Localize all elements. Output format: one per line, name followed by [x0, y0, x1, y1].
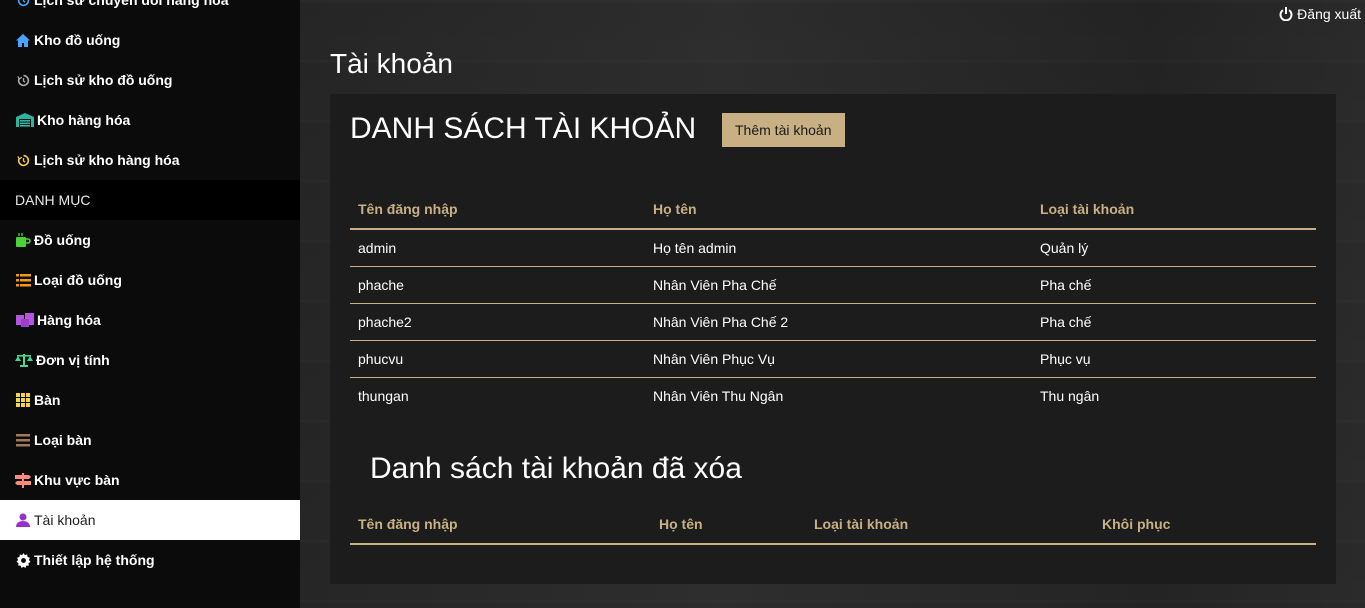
sidebar-item-goods[interactable]: Hàng hóa: [0, 300, 300, 340]
home-icon: [15, 32, 31, 48]
cell-username: phucvu: [350, 340, 645, 378]
history-icon: [15, 0, 31, 8]
sidebar-item-label: Kho hàng hóa: [37, 112, 131, 128]
page-title: Tài khoản: [330, 48, 453, 79]
logout-label: Đăng xuất: [1297, 6, 1361, 22]
cell-username: phache2: [350, 303, 645, 341]
deleted-accounts-table: Tên đăng nhập Họ tên Loại tài khoản Khôi…: [350, 505, 1316, 545]
grid-icon: [15, 392, 31, 408]
column-header-restore: Khôi phục: [1094, 505, 1316, 545]
accounts-panel: DANH SÁCH TÀI KHOẢN Thêm tài khoản Tên đ…: [330, 94, 1336, 584]
sidebar-item-table-types[interactable]: Loại bàn: [0, 420, 300, 460]
column-header-username: Tên đăng nhập: [350, 505, 651, 545]
deleted-accounts-heading: Danh sách tài khoản đã xóa: [370, 452, 742, 485]
table-row[interactable]: phucvu Nhân Viên Phục Vụ Phục vụ: [350, 340, 1316, 378]
account-list-heading: DANH SÁCH TÀI KHOẢN: [350, 112, 697, 145]
sidebar-item-table-areas[interactable]: Khu vực bàn: [0, 460, 300, 500]
sidebar-item-drink-stock-history[interactable]: Lịch sử kho đồ uống: [0, 60, 300, 100]
sidebar: Lịch sử chuyển đổi hàng hóa Kho đồ uống …: [0, 0, 300, 608]
sidebar-item-drink-types[interactable]: Loại đồ uống: [0, 260, 300, 300]
sidebar-item-label: Kho đồ uống: [34, 32, 121, 48]
table-row[interactable]: phache Nhân Viên Pha Chế Pha chế: [350, 266, 1316, 304]
cell-fullname: Nhân Viên Phục Vụ: [645, 340, 1032, 378]
column-header-fullname: Họ tên: [651, 505, 806, 545]
table-header-row: Tên đăng nhập Họ tên Loại tài khoản Khôi…: [350, 505, 1316, 545]
cell-account-type: Pha chế: [1032, 303, 1316, 341]
sidebar-item-label: Loại bàn: [34, 432, 92, 448]
cell-account-type: Pha chế: [1032, 266, 1316, 304]
sidebar-item-label: Bàn: [34, 392, 61, 408]
cell-username: thungan: [358, 388, 409, 404]
sidebar-section-header: DANH MỤC: [0, 180, 300, 220]
gear-icon: [15, 552, 31, 568]
sidebar-item-label: Khu vực bàn: [34, 472, 120, 488]
cell-fullname: Nhân Viên Pha Chế: [645, 266, 1032, 304]
cell-fullname: Nhân Viên Pha Chế 2: [645, 303, 1032, 341]
power-icon: [1279, 7, 1293, 21]
sidebar-item-label: Lịch sử kho đồ uống: [34, 72, 173, 88]
cell-account-type: Quản lý: [1032, 229, 1316, 267]
sidebar-item-accounts[interactable]: Tài khoản: [0, 500, 300, 540]
table-header-row: Tên đăng nhập Họ tên Loại tài khoản: [350, 190, 1316, 230]
bars-icon: [15, 432, 31, 448]
sidebar-item-label: Lịch sử chuyển đổi hàng hóa: [34, 0, 229, 8]
add-account-button[interactable]: Thêm tài khoản: [722, 113, 845, 147]
main-content: Đăng xuất Tài khoản DANH SÁCH TÀI KHOẢN …: [300, 0, 1365, 608]
history-icon: [15, 152, 31, 168]
cell-username: phache: [350, 266, 645, 304]
sidebar-item-label: Thiết lập hệ thống: [34, 552, 155, 568]
sidebar-item-label: Loại đồ uống: [34, 272, 122, 288]
sidebar-item-tables[interactable]: Bàn: [0, 380, 300, 420]
user-icon: [15, 512, 31, 528]
sidebar-item-label: Đơn vị tính: [36, 352, 110, 368]
sidebar-item-drinks[interactable]: Đồ uống: [0, 220, 300, 260]
sidebar-item-goods-conversion-history[interactable]: Lịch sử chuyển đổi hàng hóa: [0, 0, 300, 20]
sidebar-item-label: Tài khoản: [34, 512, 96, 528]
column-header-fullname: Họ tên: [645, 190, 1032, 230]
table-row[interactable]: phache2 Nhân Viên Pha Chế 2 Pha chế: [350, 303, 1316, 341]
table-row[interactable]: thungan Nhân Viên Thu Ngân Thu ngân: [350, 378, 1316, 415]
cell-fullname: Nhân Viên Thu Ngân: [653, 388, 784, 404]
sidebar-item-units[interactable]: Đơn vị tính: [0, 340, 300, 380]
history-icon: [15, 72, 31, 88]
column-header-username: Tên đăng nhập: [350, 190, 645, 230]
cell-fullname: Họ tên admin: [645, 229, 1032, 267]
sidebar-item-goods-stock-history[interactable]: Lịch sử kho hàng hóa: [0, 140, 300, 180]
coffee-icon: [15, 232, 31, 248]
scale-icon: [15, 352, 33, 368]
sidebar-item-label: Đồ uống: [34, 232, 91, 248]
section-header-label: DANH MỤC: [15, 192, 91, 208]
cell-username: admin: [350, 229, 645, 267]
sidebar-item-label: Hàng hóa: [37, 312, 101, 328]
boxes-icon: [15, 312, 34, 328]
sidebar-item-label: Lịch sử kho hàng hóa: [34, 152, 180, 168]
column-header-account-type: Loại tài khoản: [806, 505, 1094, 545]
sidebar-item-drink-stock[interactable]: Kho đồ uống: [0, 20, 300, 60]
cell-account-type: Phục vụ: [1032, 340, 1316, 378]
logout-link[interactable]: Đăng xuất: [1279, 6, 1361, 22]
warehouse-icon: [15, 112, 34, 128]
cell-account-type: Thu ngân: [1040, 388, 1100, 404]
signpost-icon: [15, 472, 31, 488]
column-header-account-type: Loại tài khoản: [1032, 190, 1316, 230]
sidebar-item-goods-stock[interactable]: Kho hàng hóa: [0, 100, 300, 140]
table-row[interactable]: admin Họ tên admin Quản lý: [350, 229, 1316, 267]
list-icon: [15, 272, 31, 288]
accounts-table: Tên đăng nhập Họ tên Loại tài khoản admi…: [350, 190, 1316, 414]
sidebar-item-system-settings[interactable]: Thiết lập hệ thống: [0, 540, 300, 580]
